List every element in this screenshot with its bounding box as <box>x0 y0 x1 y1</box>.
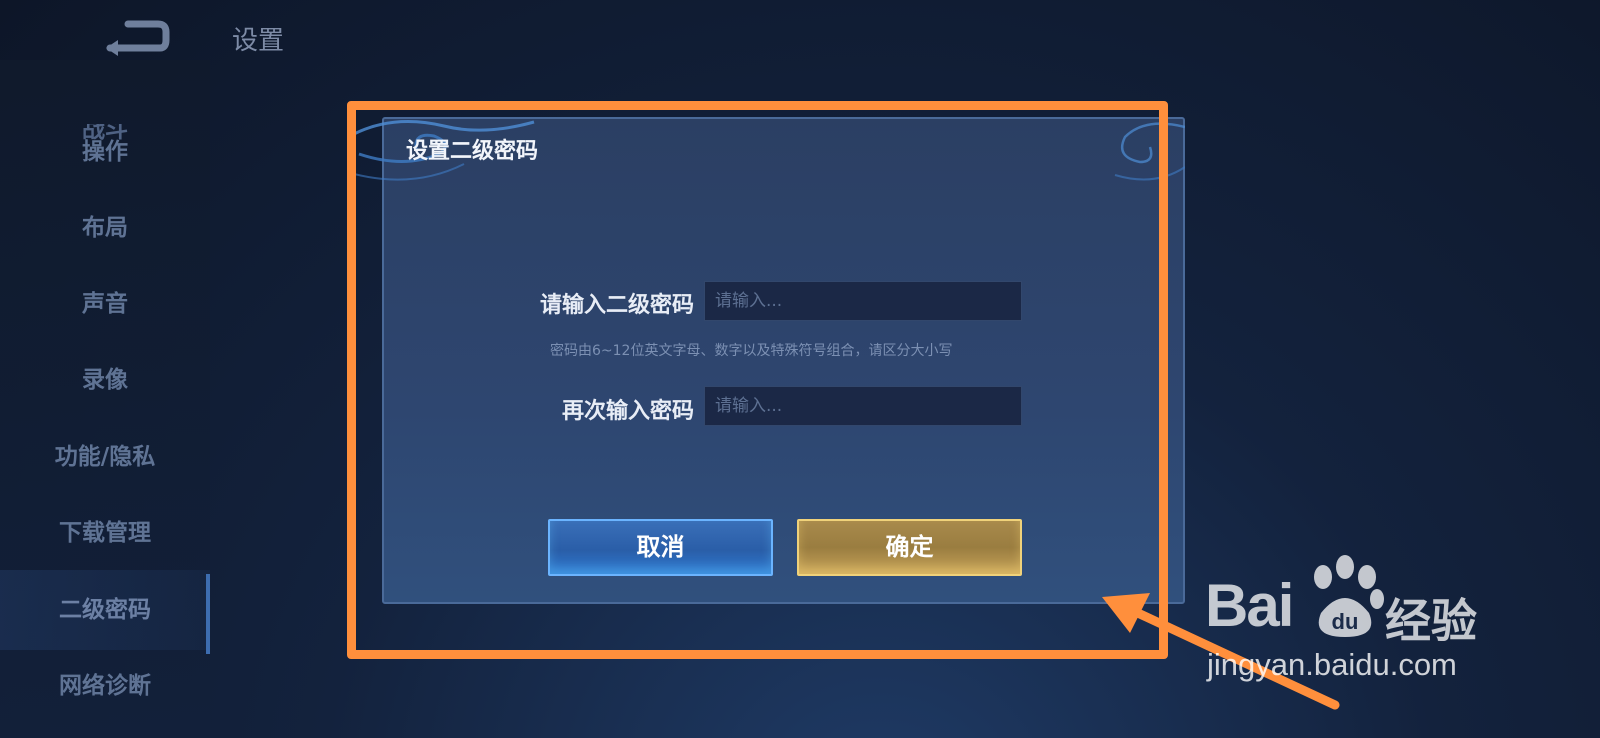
password-input[interactable] <box>704 281 1022 321</box>
sidebar-item-controls[interactable]: 操作 <box>0 127 210 177</box>
back-arrow-icon[interactable] <box>100 18 170 58</box>
paw-logo-icon: du <box>1314 555 1384 637</box>
baidu-jingyan-watermark: Bai du 经验 jingyan.baidu.com <box>1205 555 1495 695</box>
confirm-password-input[interactable] <box>704 386 1022 426</box>
set-password-dialog: 设置二级密码 请输入二级密码 密码由6~12位英文字母、数字以及特殊符号组合，请… <box>354 117 1185 604</box>
sidebar-item-layout[interactable]: 布局 <box>0 203 210 253</box>
sidebar-item-sound[interactable]: 声音 <box>0 279 210 329</box>
dialog-title: 设置二级密码 <box>406 139 539 164</box>
watermark-url: jingyan.baidu.com <box>1207 647 1457 682</box>
cancel-button[interactable]: 取消 <box>548 519 773 576</box>
password-label: 请输入二级密码 <box>539 293 694 318</box>
sidebar-item-secondary-password[interactable]: 二级密码 <box>0 570 210 654</box>
sidebar-item-download-management[interactable]: 下载管理 <box>0 508 210 558</box>
sidebar-item-features-privacy[interactable]: 功能/隐私 <box>0 432 210 482</box>
confirm-password-label: 再次输入密码 <box>561 399 694 424</box>
page-title: 设置 <box>232 26 285 56</box>
sidebar-item-network-diagnosis[interactable]: 网络诊断 <box>0 661 210 711</box>
watermark-logo-text: Bai <box>1205 572 1294 639</box>
settings-sidebar: 战斗 操作 布局 声音 录像 功能/隐私 下载管理 二级密码 网络诊断 <box>0 60 210 738</box>
confirm-button[interactable]: 确定 <box>797 519 1022 576</box>
svg-text:du: du <box>1332 609 1359 634</box>
active-indicator <box>206 574 210 654</box>
password-hint: 密码由6~12位英文字母、数字以及特殊符号组合，请区分大小写 <box>550 343 953 359</box>
watermark-jingyan-text: 经验 <box>1385 594 1477 648</box>
cloud-ornament-right-icon <box>1114 122 1185 181</box>
sidebar-item-recording[interactable]: 录像 <box>0 355 210 405</box>
top-bar: 设置 <box>0 0 1600 80</box>
